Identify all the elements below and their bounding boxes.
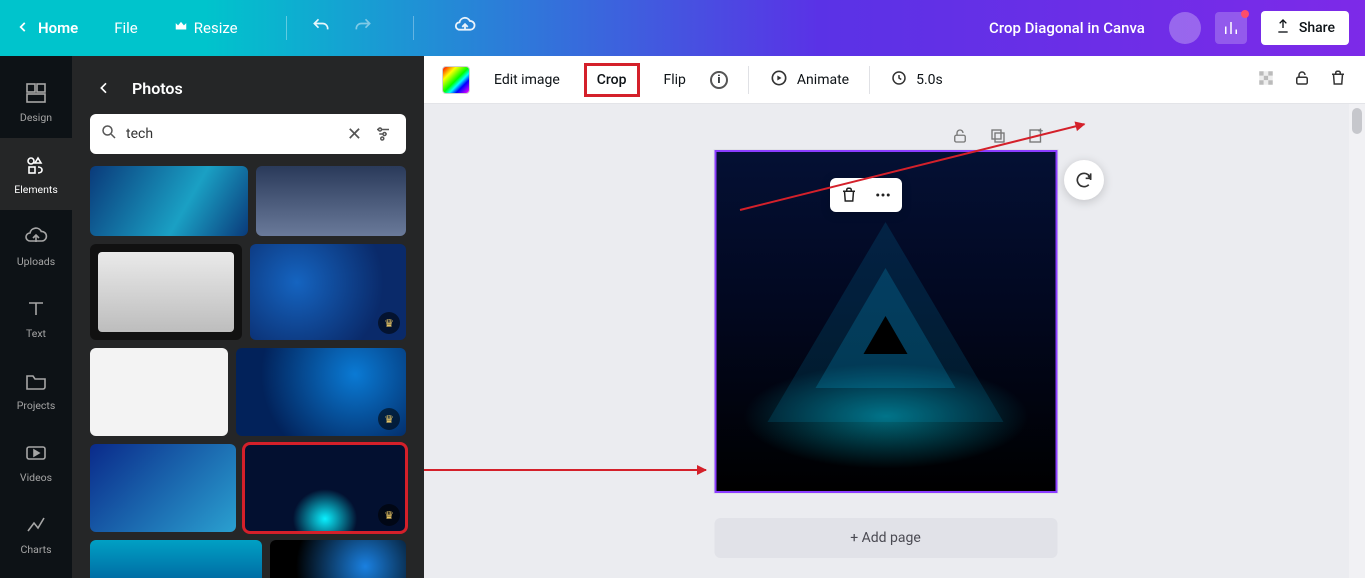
- search-box[interactable]: ✕: [90, 114, 406, 154]
- photo-thumb[interactable]: ♛: [236, 348, 406, 436]
- back-chevron-icon[interactable]: [16, 18, 30, 39]
- flip-button[interactable]: Flip: [660, 66, 690, 94]
- crop-button[interactable]: Crop: [584, 63, 640, 97]
- canvas-area: + Add page: [424, 104, 1347, 578]
- home-link[interactable]: Home: [38, 19, 78, 37]
- photo-thumb[interactable]: [256, 166, 406, 236]
- rail-uploads[interactable]: Uploads: [0, 210, 72, 282]
- color-picker-chip[interactable]: [442, 66, 470, 94]
- rail-uploads-label: Uploads: [17, 255, 55, 268]
- animate-button[interactable]: Animate: [769, 68, 849, 92]
- photo-thumb-selected[interactable]: ♛: [244, 444, 406, 532]
- photos-panel: Photos ✕ ♛ ♛ ♛: [72, 56, 424, 578]
- divider: [748, 66, 749, 94]
- photo-thumb[interactable]: [270, 540, 406, 578]
- crown-icon: ♛: [378, 408, 400, 430]
- photo-thumb[interactable]: [90, 166, 248, 236]
- photo-thumb[interactable]: [90, 348, 228, 436]
- share-label: Share: [1299, 20, 1335, 36]
- search-input[interactable]: [126, 126, 339, 142]
- document-title[interactable]: Crop Diagonal in Canva: [989, 19, 1145, 37]
- annotation-arrow: [424, 469, 706, 471]
- resize-menu[interactable]: Resize: [174, 19, 238, 37]
- photo-thumb[interactable]: [90, 244, 242, 340]
- rail-charts-label: Charts: [21, 543, 52, 556]
- avatar[interactable]: [1169, 12, 1201, 44]
- more-options-icon[interactable]: [874, 186, 892, 204]
- image-decor: [864, 316, 908, 354]
- regenerate-fab[interactable]: [1064, 160, 1104, 200]
- duration-button[interactable]: 5.0s: [890, 69, 943, 91]
- rail-text[interactable]: Text: [0, 282, 72, 354]
- transparency-icon[interactable]: [1257, 69, 1275, 91]
- rail-projects[interactable]: Projects: [0, 354, 72, 426]
- rail-elements[interactable]: Elements: [0, 138, 72, 210]
- animate-label: Animate: [797, 72, 849, 88]
- lock-icon[interactable]: [1293, 69, 1311, 91]
- undo-icon[interactable]: [311, 16, 331, 40]
- animate-icon: [769, 68, 789, 92]
- resize-label: Resize: [194, 19, 238, 37]
- crown-icon: [174, 19, 188, 37]
- file-menu[interactable]: File: [114, 19, 138, 37]
- top-bar: Home File Resize Crop Diagonal in Canva …: [0, 0, 1365, 56]
- cloud-sync-icon[interactable]: [454, 15, 476, 41]
- rail-videos[interactable]: Videos: [0, 426, 72, 498]
- photo-grid: ♛ ♛ ♛: [72, 166, 424, 578]
- add-page-button[interactable]: + Add page: [714, 518, 1057, 558]
- rail-videos-label: Videos: [20, 471, 52, 484]
- context-toolbar: Edit image Crop Flip i Animate 5.0s: [424, 56, 1365, 104]
- clear-icon[interactable]: ✕: [347, 124, 362, 145]
- rail-design[interactable]: Design: [0, 66, 72, 138]
- divider: [869, 66, 870, 94]
- divider: [413, 16, 414, 40]
- panel-title: Photos: [132, 79, 183, 98]
- edit-image-button[interactable]: Edit image: [490, 66, 564, 94]
- divider: [286, 16, 287, 40]
- rail-charts[interactable]: Charts: [0, 498, 72, 570]
- redo-icon[interactable]: [353, 16, 373, 40]
- history-group: [311, 15, 476, 41]
- filter-icon[interactable]: [370, 121, 396, 147]
- upload-icon: [1275, 18, 1291, 38]
- crown-icon: ♛: [378, 504, 400, 526]
- photo-thumb[interactable]: [90, 540, 262, 578]
- page-lock-icon[interactable]: [950, 126, 970, 146]
- photo-thumb[interactable]: ♛: [250, 244, 406, 340]
- trash-icon[interactable]: [1329, 69, 1347, 91]
- crown-icon: ♛: [378, 312, 400, 334]
- insights-button[interactable]: [1215, 12, 1247, 44]
- delete-element-icon[interactable]: [840, 186, 858, 204]
- left-rail: Design Elements Uploads Text Projects Vi…: [0, 56, 72, 578]
- rail-design-label: Design: [20, 111, 52, 124]
- vertical-scrollbar[interactable]: [1349, 104, 1365, 578]
- clock-icon: [890, 69, 908, 91]
- photo-thumb[interactable]: [90, 444, 236, 532]
- rail-elements-label: Elements: [14, 183, 58, 196]
- notification-dot-icon: [1241, 10, 1249, 18]
- duration-label: 5.0s: [916, 72, 943, 88]
- scrollbar-thumb[interactable]: [1352, 108, 1362, 134]
- panel-back-icon[interactable]: [90, 74, 118, 102]
- share-button[interactable]: Share: [1261, 11, 1349, 45]
- rail-projects-label: Projects: [17, 399, 56, 412]
- search-icon: [100, 123, 118, 145]
- rail-text-label: Text: [26, 327, 46, 340]
- add-page-label: + Add page: [850, 530, 921, 546]
- info-icon[interactable]: i: [710, 71, 728, 89]
- topbar-right: Share: [1169, 11, 1349, 45]
